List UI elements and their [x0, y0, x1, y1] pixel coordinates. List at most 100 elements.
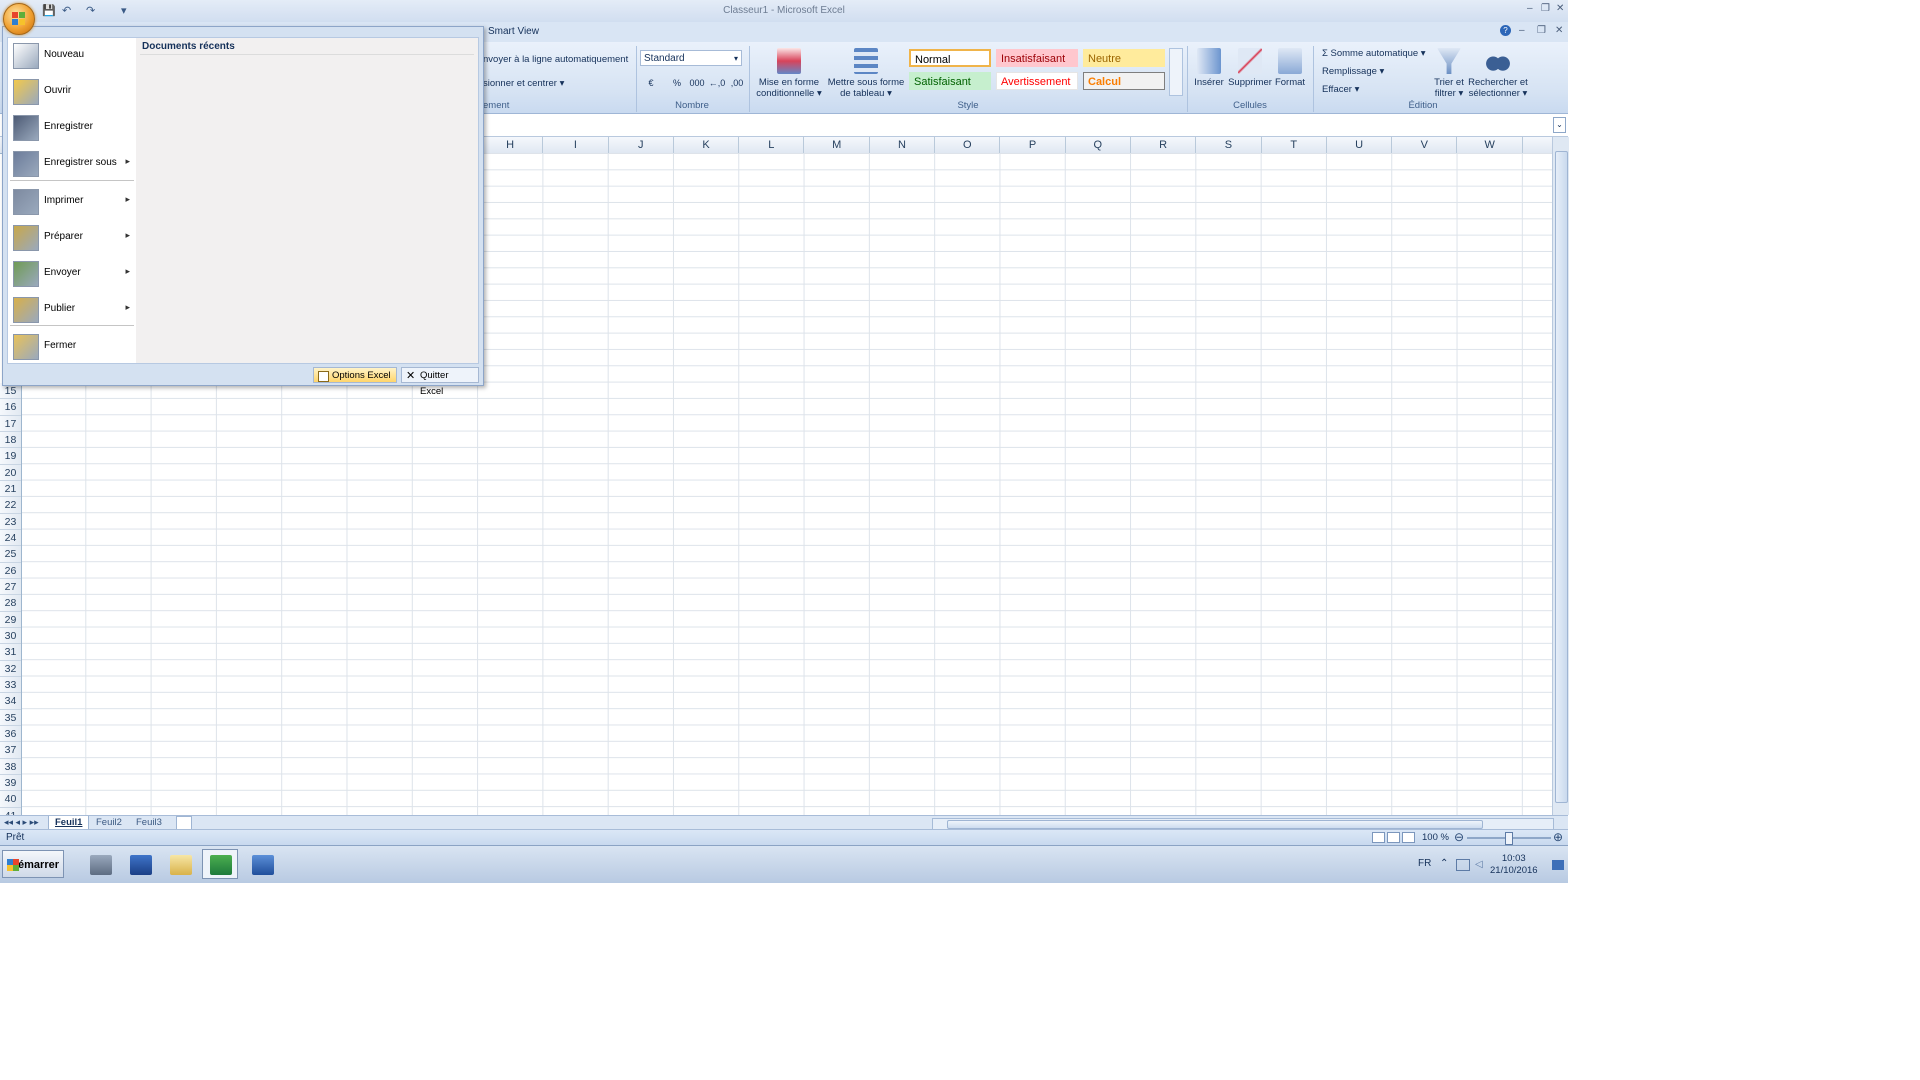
column-header[interactable]: H: [478, 137, 544, 153]
row-header[interactable]: 27: [0, 579, 21, 596]
page-layout-view-button[interactable]: [1387, 832, 1400, 843]
autosum-button[interactable]: Σ Somme automatique ▾: [1322, 48, 1426, 59]
normal-view-button[interactable]: [1372, 832, 1385, 843]
vertical-scroll-thumb[interactable]: [1555, 151, 1568, 803]
column-header[interactable]: I: [543, 137, 609, 153]
row-header[interactable]: 29: [0, 612, 21, 628]
row-header[interactable]: 39: [0, 775, 21, 792]
menu-item-envoyer[interactable]: Envoyer ▸: [8, 256, 136, 290]
menu-item-fermer[interactable]: Fermer: [8, 329, 136, 363]
taskbar-word[interactable]: [244, 849, 280, 879]
style-neutral[interactable]: Neutre: [1083, 49, 1165, 67]
row-header[interactable]: 19: [0, 448, 21, 465]
column-header[interactable]: Q: [1066, 137, 1131, 153]
sheet-tab-feuil1[interactable]: Feuil1: [48, 816, 90, 830]
format-as-table-button[interactable]: Mettre sous forme de tableau ▾: [826, 48, 906, 99]
column-header[interactable]: M: [805, 137, 870, 153]
sheet-nav-buttons[interactable]: ◂◂ ◂ ▸ ▸▸: [4, 817, 39, 828]
row-header[interactable]: 28: [0, 595, 21, 612]
close-button[interactable]: ✕: [1556, 3, 1564, 14]
row-header[interactable]: 32: [0, 661, 21, 677]
column-header[interactable]: U: [1327, 137, 1393, 153]
row-header[interactable]: 26: [0, 563, 21, 579]
workbook-minimize-button[interactable]: –: [1519, 25, 1525, 36]
language-indicator[interactable]: FR: [1418, 858, 1431, 869]
column-header[interactable]: V: [1392, 137, 1458, 153]
insert-button[interactable]: Insérer: [1190, 48, 1228, 88]
row-header[interactable]: 37: [0, 742, 21, 759]
row-header[interactable]: 23: [0, 514, 21, 530]
style-good[interactable]: Satisfaisant: [909, 72, 991, 90]
show-desktop-icon[interactable]: [1552, 860, 1564, 870]
taskbar-explorer[interactable]: [162, 849, 198, 879]
menu-item-nouveau[interactable]: Nouveau: [8, 38, 136, 72]
menu-item-preparer[interactable]: Préparer ▸: [8, 220, 136, 254]
style-bad[interactable]: Insatisfaisant: [996, 49, 1078, 67]
row-header[interactable]: 35: [0, 710, 21, 726]
thousands-format-button[interactable]: 000: [688, 75, 706, 91]
network-icon[interactable]: [1456, 859, 1470, 871]
zoom-slider[interactable]: [1467, 832, 1551, 845]
merge-center-button[interactable]: sionner et centrer ▾: [483, 78, 564, 89]
row-header[interactable]: 21: [0, 481, 21, 498]
start-button[interactable]: Démarrer: [2, 850, 64, 878]
column-header[interactable]: T: [1262, 137, 1327, 153]
column-header[interactable]: R: [1131, 137, 1197, 153]
restore-button[interactable]: ❐: [1541, 3, 1550, 14]
taskbar-excel[interactable]: [202, 849, 238, 879]
row-header[interactable]: 31: [0, 644, 21, 661]
expand-formula-bar-icon[interactable]: ⌄: [1553, 117, 1566, 133]
fill-button[interactable]: Remplissage ▾: [1322, 66, 1384, 77]
volume-icon[interactable]: ◁: [1475, 859, 1483, 870]
decrease-decimal-button[interactable]: ,00: [728, 75, 746, 91]
style-gallery-scroll[interactable]: [1169, 48, 1183, 96]
column-header[interactable]: S: [1196, 137, 1262, 153]
quit-excel-button[interactable]: ✕ Quitter Excel: [401, 367, 479, 397]
clock[interactable]: 10:03 21/10/2016: [1490, 853, 1538, 877]
row-header[interactable]: 25: [0, 546, 21, 563]
currency-format-button[interactable]: €: [642, 75, 660, 91]
row-header[interactable]: 36: [0, 726, 21, 743]
zoom-in-icon[interactable]: ⊕: [1553, 830, 1563, 844]
row-header[interactable]: 40: [0, 791, 21, 808]
style-normal[interactable]: Normal: [909, 49, 991, 67]
row-header[interactable]: 33: [0, 677, 21, 694]
percent-format-button[interactable]: %: [668, 75, 686, 91]
row-header[interactable]: 30: [0, 628, 21, 645]
sheet-tab-feuil3[interactable]: Feuil3: [130, 816, 168, 829]
row-header[interactable]: 17: [0, 416, 21, 432]
tray-expand-icon[interactable]: ⌃: [1440, 858, 1448, 869]
sort-filter-button[interactable]: Trier et filtrer ▾: [1430, 48, 1468, 99]
minimize-button[interactable]: –: [1527, 3, 1533, 14]
row-header[interactable]: 24: [0, 530, 21, 547]
menu-item-enregistrer-sous[interactable]: Enregistrer sous ▸: [8, 146, 136, 180]
taskbar-powershell[interactable]: [122, 849, 158, 879]
number-format-select[interactable]: Standard ▾: [640, 50, 742, 66]
row-header[interactable]: 16: [0, 399, 21, 416]
workbook-close-button[interactable]: ✕: [1555, 25, 1563, 36]
menu-item-ouvrir[interactable]: Ouvrir: [8, 74, 136, 108]
zoom-slider-thumb[interactable]: [1505, 832, 1513, 845]
vertical-scrollbar[interactable]: [1552, 137, 1569, 815]
conditional-format-button[interactable]: Mise en forme conditionnelle ▾: [754, 48, 824, 99]
column-header[interactable]: L: [739, 137, 805, 153]
menu-item-imprimer[interactable]: Imprimer ▸: [8, 184, 136, 218]
increase-decimal-button[interactable]: ←,0: [708, 75, 726, 91]
workbook-restore-button[interactable]: ❐: [1537, 25, 1546, 36]
menu-item-publier[interactable]: Publier ▸: [8, 292, 136, 326]
help-icon[interactable]: ?: [1500, 25, 1511, 36]
taskbar-server-manager[interactable]: [82, 849, 118, 879]
office-button[interactable]: [3, 3, 35, 35]
horizontal-scroll-thumb[interactable]: [947, 820, 1483, 829]
column-header[interactable]: J: [609, 137, 674, 153]
excel-options-button[interactable]: Options Excel: [313, 367, 397, 383]
tab-smart-view[interactable]: Smart View: [488, 26, 539, 37]
column-header[interactable]: N: [870, 137, 936, 153]
wrap-text-button[interactable]: nvoyer à la ligne automatiquement: [483, 54, 628, 65]
column-header[interactable]: W: [1458, 137, 1523, 153]
menu-item-enregistrer[interactable]: Enregistrer: [8, 110, 136, 144]
style-calculation[interactable]: Calcul: [1083, 72, 1165, 90]
delete-button[interactable]: Supprimer: [1228, 48, 1272, 88]
column-header[interactable]: P: [1000, 137, 1066, 153]
insert-sheet-icon[interactable]: [176, 816, 192, 830]
